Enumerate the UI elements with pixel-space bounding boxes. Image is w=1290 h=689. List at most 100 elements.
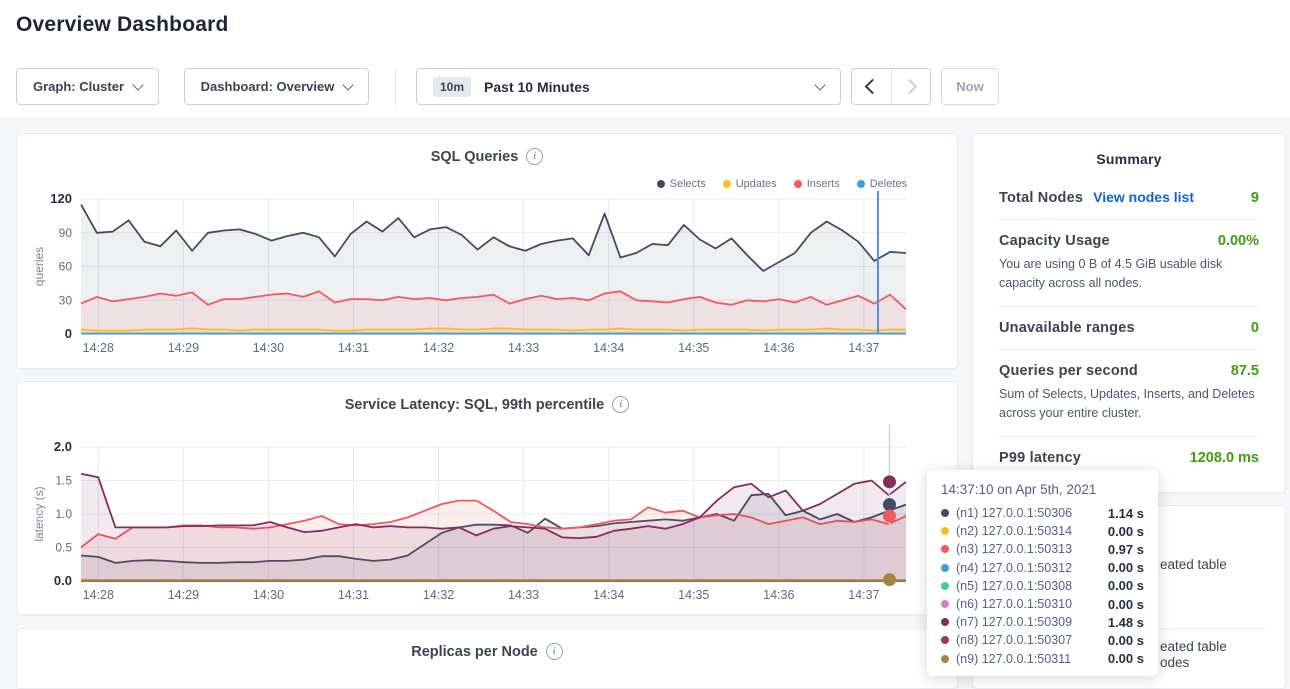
summary-heading: Summary — [973, 151, 1285, 167]
svg-text:1.5: 1.5 — [55, 474, 72, 488]
svg-text:14:37: 14:37 — [848, 588, 879, 602]
svg-text:90: 90 — [59, 226, 73, 240]
summary-item-label: P99 latency — [999, 450, 1081, 466]
summary-list: Total NodesView nodes list9Capacity Usag… — [973, 176, 1285, 479]
controls-divider — [395, 68, 396, 105]
svg-text:14:30: 14:30 — [253, 341, 284, 355]
time-prev-button[interactable] — [852, 69, 891, 104]
summary-item: Unavailable ranges 0 — [999, 306, 1259, 349]
node-color-dot — [941, 582, 949, 590]
info-icon[interactable]: i — [546, 643, 563, 660]
time-range-label: Past 10 Minutes — [484, 79, 590, 95]
chevron-right-icon — [901, 79, 917, 95]
event-text-fragment: eated table — [1160, 557, 1227, 572]
svg-text:60: 60 — [59, 260, 73, 274]
svg-text:14:36: 14:36 — [763, 341, 794, 355]
node-latency-value: 0.00 s — [1108, 560, 1144, 575]
svg-text:1.0: 1.0 — [55, 507, 72, 521]
svg-text:14:29: 14:29 — [168, 341, 199, 355]
chart-hover-tooltip: 14:37:10 on Apr 5th, 2021 (n1) 127.0.0.1… — [927, 470, 1158, 676]
svg-text:14:32: 14:32 — [423, 588, 454, 602]
svg-text:14:37: 14:37 — [848, 341, 879, 355]
summary-item-label: Total Nodes — [999, 190, 1083, 206]
svg-text:14:35: 14:35 — [678, 588, 709, 602]
tooltip-row: (n8) 127.0.0.1:50307 0.00 s — [941, 631, 1144, 649]
node-address: (n1) 127.0.0.1:50306 — [956, 506, 1072, 520]
chevron-left-icon — [865, 79, 881, 95]
tooltip-row: (n2) 127.0.0.1:503140.00 s — [941, 522, 1144, 540]
svg-text:0.5: 0.5 — [55, 541, 72, 555]
tooltip-row: (n4) 127.0.0.1:50312 0.00 s — [941, 559, 1144, 577]
svg-text:14:36: 14:36 — [763, 588, 794, 602]
sql-queries-chart[interactable]: 030609012014:2814:2914:3014:3114:3214:33… — [17, 134, 959, 370]
node-address: (n6) 127.0.0.1:50310 — [956, 597, 1072, 611]
overview-dashboard-page: Overview Dashboard Graph: Cluster Dashbo… — [0, 0, 1290, 689]
summary-item-value: 87.5 — [1231, 363, 1259, 379]
dashboard-dropdown-label: Dashboard: Overview — [201, 79, 335, 94]
summary-item-value: 0 — [1251, 320, 1259, 336]
node-address: (n4) 127.0.0.1:50312 — [956, 561, 1072, 575]
svg-text:14:30: 14:30 — [253, 588, 284, 602]
time-next-button[interactable] — [891, 69, 931, 104]
summary-item-value: 1208.0 ms — [1190, 450, 1259, 466]
summary-item-value: 0.00% — [1218, 233, 1259, 249]
node-color-dot — [941, 509, 949, 517]
node-color-dot — [941, 618, 949, 626]
summary-card: Summary Total NodesView nodes list9Capac… — [972, 133, 1286, 493]
now-button[interactable]: Now — [941, 68, 999, 105]
tooltip-row: (n1) 127.0.0.1:503061.14 s — [941, 504, 1144, 522]
svg-text:14:33: 14:33 — [508, 588, 539, 602]
summary-item: Capacity Usage0.00%You are using 0 B of … — [999, 219, 1259, 306]
node-color-dot — [941, 600, 949, 608]
node-address: (n8) 127.0.0.1:50307 — [956, 633, 1072, 647]
svg-text:14:31: 14:31 — [338, 341, 369, 355]
now-button-label: Now — [956, 79, 983, 94]
graph-dropdown[interactable]: Graph: Cluster — [16, 68, 159, 105]
node-address: (n2) 127.0.0.1:50314 — [956, 524, 1072, 538]
tooltip-row: (n7) 127.0.0.1:50309 1.48 s — [941, 613, 1144, 631]
node-address: (n9) 127.0.0.1:50311 — [956, 652, 1071, 666]
summary-item-label: Queries per second — [999, 363, 1138, 379]
svg-text:30: 30 — [59, 293, 73, 307]
node-address: (n7) 127.0.0.1:50309 — [956, 615, 1072, 629]
summary-item-label: Unavailable ranges — [999, 320, 1135, 336]
tooltip-timestamp: 14:37:10 on Apr 5th, 2021 — [941, 482, 1144, 497]
svg-text:0: 0 — [65, 326, 72, 341]
svg-text:14:29: 14:29 — [168, 588, 199, 602]
node-latency-value: 1.48 s — [1108, 615, 1144, 630]
tooltip-row: (n5) 127.0.0.1:503080.00 s — [941, 577, 1144, 595]
svg-text:queries: queries — [32, 247, 46, 286]
svg-text:14:33: 14:33 — [508, 341, 539, 355]
node-latency-value: 0.00 s — [1108, 633, 1144, 648]
svg-text:0.0: 0.0 — [54, 573, 72, 588]
node-latency-value: 0.00 s — [1108, 651, 1144, 666]
tooltip-row: (n3) 127.0.0.1:503130.97 s — [941, 540, 1144, 558]
node-color-dot — [941, 545, 949, 553]
node-color-dot — [941, 636, 949, 644]
time-range-badge: 10m — [433, 77, 471, 97]
tooltip-row: (n9) 127.0.0.1:50311 0.00 s — [941, 650, 1144, 668]
replicas-title-row: Replicas per Node i — [17, 643, 957, 660]
dashboard-dropdown[interactable]: Dashboard: Overview — [184, 68, 369, 105]
svg-text:2.0: 2.0 — [54, 439, 72, 454]
event-text-fragment: eated table — [1160, 639, 1227, 654]
time-nav-group — [851, 68, 931, 105]
chevron-down-icon — [343, 79, 354, 90]
node-address: (n5) 127.0.0.1:50308 — [956, 579, 1072, 593]
view-nodes-list-link[interactable]: View nodes list — [1093, 189, 1194, 205]
svg-text:14:35: 14:35 — [678, 341, 709, 355]
node-color-dot — [941, 527, 949, 535]
svg-text:latency (s): latency (s) — [32, 486, 46, 541]
service-latency-chart[interactable]: 0.0 0.5 1.0 1.5 2.0 14:28 14:29 14:30 14:31 14:32… — [17, 382, 959, 616]
summary-item: Total NodesView nodes list9 — [999, 176, 1259, 219]
node-color-dot — [941, 655, 949, 663]
svg-text:14:28: 14:28 — [83, 588, 114, 602]
sql-queries-card: SQL Queries i SelectsUpdatesInsertsDelet… — [16, 133, 958, 369]
page-title: Overview Dashboard — [16, 13, 229, 37]
svg-text:14:31: 14:31 — [338, 588, 369, 602]
replicas-per-node-card: Replicas per Node i — [16, 628, 958, 689]
event-text-fragment: odes — [1160, 655, 1189, 670]
replicas-title: Replicas per Node — [411, 644, 538, 660]
node-address: (n3) 127.0.0.1:50313 — [956, 542, 1072, 556]
time-range-dropdown[interactable]: 10m Past 10 Minutes — [416, 68, 841, 105]
